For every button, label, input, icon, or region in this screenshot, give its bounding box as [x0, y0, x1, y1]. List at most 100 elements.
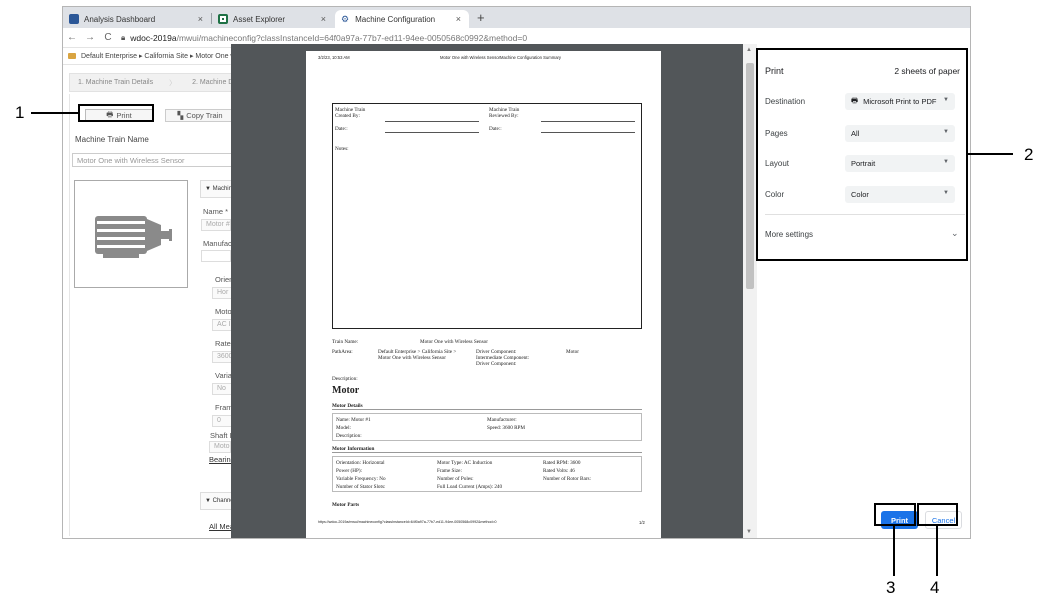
tab-analysis-dashboard[interactable]: Analysis Dashboard × — [63, 10, 211, 28]
motor-type-field[interactable]: AC I — [212, 319, 232, 331]
address-bar[interactable]: wdoc-2019a/mwui/machineconfig?classInsta… — [130, 33, 527, 43]
mi-volts: Rated Volts: 46 — [543, 468, 575, 474]
motor-details-box: Name: Motor #1 Model: Description: Manuf… — [332, 413, 642, 441]
rated-field[interactable]: 3600 — [212, 351, 232, 363]
back-icon[interactable]: ← — [63, 32, 81, 43]
mi-flc: Full Load Current (Amps): 240 — [437, 484, 503, 490]
mi-variable: Variable Frequency: No — [336, 476, 386, 482]
patharea-label: PathArea: — [332, 349, 353, 355]
motor-info-box: Orientation: Horizontal Power (HP): Vari… — [332, 456, 642, 492]
shaft-field[interactable]: Moto — [209, 441, 231, 453]
name-label: Name * — [203, 207, 229, 216]
orientation-field[interactable]: Hor — [212, 287, 232, 299]
callout-box-2 — [756, 48, 968, 261]
asset-explorer-icon — [218, 14, 228, 24]
motor-heading: Motor — [332, 385, 360, 396]
date-line — [541, 132, 635, 133]
train-name-label: Train Name: — [332, 339, 359, 345]
notes-label: Notes: — [335, 146, 349, 152]
panel-divider — [69, 94, 70, 536]
md-name: Name: Motor #1 — [336, 417, 371, 423]
preview-footer-url: https://wdoc-2019a/mwui/machineconfig?cl… — [318, 520, 497, 524]
copy-train-label: Copy Train — [186, 111, 223, 120]
md-model: Model: — [336, 425, 351, 431]
date-label: Date:: — [489, 126, 502, 132]
signature-line — [541, 121, 635, 122]
close-icon[interactable]: × — [456, 14, 461, 24]
mi-power: Power (HP): — [336, 468, 363, 474]
motor-parts-heading: Motor Parts — [332, 502, 360, 508]
motor-info-heading: Motor Information — [332, 446, 642, 453]
reviewed-by-label: Reviewed By: — [489, 113, 519, 119]
tab-label: Analysis Dashboard — [84, 14, 156, 24]
copy-icon: ▚ — [177, 111, 184, 120]
step-separator: 〉 — [169, 79, 177, 87]
scroll-up-icon[interactable]: ▲ — [746, 47, 752, 53]
wizard-steps: 1. Machine Train Details 〉 2. Machine De… — [69, 73, 250, 92]
dashboard-icon — [69, 14, 79, 24]
md-description: Description: — [336, 433, 362, 439]
manufacturer-label: Manufact — [203, 239, 234, 248]
preview-header-title: Motor One with Wireless SensorMachine Co… — [440, 55, 562, 60]
description-label: Description: — [332, 376, 358, 382]
mi-orientation: Orientation: Horizontal — [336, 460, 385, 466]
signature-line — [385, 121, 479, 122]
callout-line-4 — [936, 526, 938, 576]
driver-component-value: Motor — [566, 349, 579, 355]
callout-number-1: 1 — [15, 103, 25, 122]
mi-rpm: Rated RPM: 3600 — [543, 460, 581, 466]
mi-rotor: Number of Rotor Bars: — [543, 476, 591, 482]
wrench-icon: ⚙ — [341, 13, 350, 24]
figure: Analysis Dashboard × Asset Explorer × ⚙ … — [0, 0, 1043, 599]
frame-field[interactable]: 0 — [212, 415, 232, 427]
shaft-label: Shaft I — [210, 431, 232, 440]
url-path: /mwui/machineconfig?classInstanceId=64f0… — [176, 32, 528, 43]
callout-box-3 — [874, 503, 916, 526]
signature-notes-box: Machine Train Created By: Machine Train … — [332, 103, 642, 329]
name-field[interactable]: Motor # — [201, 219, 231, 231]
motor-details-heading: Motor Details — [332, 403, 642, 410]
copy-train-button[interactable]: ▚ Copy Train — [165, 109, 235, 122]
step-machine-train-details[interactable]: 1. Machine Train Details — [70, 79, 161, 86]
tab-label: Asset Explorer — [233, 14, 286, 24]
callout-box-1 — [78, 104, 154, 122]
scrollbar-thumb[interactable] — [746, 63, 754, 289]
callout-number-4: 4 — [930, 578, 940, 597]
patharea-value: Motor One with Wireless Sensor — [378, 355, 446, 361]
date-line — [385, 132, 479, 133]
lock-icon[interactable]: 🔒︎ — [121, 33, 125, 43]
manufacturer-field[interactable] — [201, 250, 231, 262]
tab-asset-explorer[interactable]: Asset Explorer × — [212, 10, 334, 28]
tab-machine-configuration[interactable]: ⚙ Machine Configuration × — [335, 10, 469, 28]
reload-icon[interactable]: C — [99, 32, 117, 43]
callout-number-2: 2 — [1024, 145, 1034, 164]
date-label: Date:: — [335, 126, 348, 132]
close-icon[interactable]: × — [321, 14, 326, 24]
created-by-label: Created By: — [335, 113, 360, 119]
new-tab-button[interactable]: + — [477, 10, 485, 25]
mi-frame: Frame Size: — [437, 468, 462, 474]
breadcrumb-text[interactable]: Default Enterprise ▸ California Site ▸ M… — [81, 52, 251, 60]
md-speed: Speed: 3600 RPM — [487, 425, 526, 431]
close-icon[interactable]: × — [198, 14, 203, 24]
machine-train-name-label: Machine Train Name — [75, 135, 149, 144]
tab-label: Machine Configuration — [355, 14, 436, 24]
folder-icon — [68, 53, 76, 59]
variable-field[interactable]: No — [212, 383, 232, 395]
callout-line-3 — [893, 526, 895, 576]
motor-icon — [95, 216, 172, 258]
train-name-value: Motor One with Wireless Sensor — [420, 339, 488, 345]
preview-page-number: 1/2 — [639, 520, 645, 525]
forward-icon[interactable]: → — [81, 32, 99, 43]
md-manufacturer: Manufacturer: — [487, 417, 517, 423]
mi-stator: Number of Stator Slots: — [336, 484, 386, 490]
print-preview-area: 3/2/23, 10:53 AM Motor One with Wireless… — [231, 44, 757, 538]
mi-poles: Number of Poles: — [437, 476, 474, 482]
mi-motor-type: Motor Type: AC Induction — [437, 460, 493, 466]
motor-type-label: Moto — [215, 307, 232, 316]
callout-box-4 — [917, 503, 958, 526]
callout-number-3: 3 — [886, 578, 896, 597]
callout-line-1 — [31, 112, 78, 114]
scroll-down-icon[interactable]: ▼ — [746, 529, 752, 535]
machine-train-name-input[interactable] — [72, 153, 232, 167]
